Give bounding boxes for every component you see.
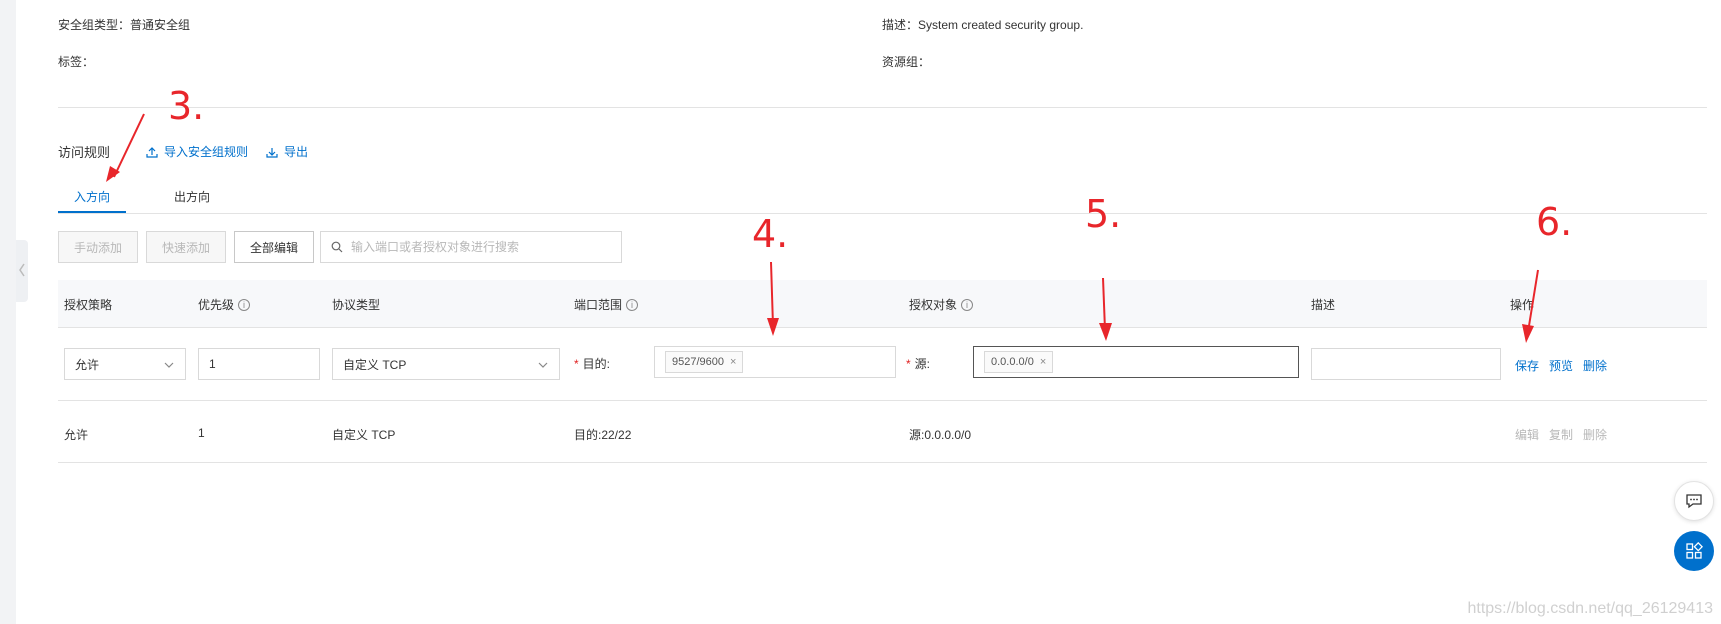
priority-input-value: 1 bbox=[209, 357, 216, 371]
security-group-resource-group: 资源组： bbox=[882, 55, 931, 69]
port-range-tag: 9527/9600 × bbox=[665, 351, 744, 373]
section-divider bbox=[58, 107, 1707, 108]
close-icon[interactable]: × bbox=[1040, 356, 1046, 368]
source-cidr-tag-text: 0.0.0.0/0 bbox=[991, 356, 1034, 368]
rule-search-input[interactable] bbox=[351, 240, 601, 254]
row-priority: 1 bbox=[198, 426, 205, 440]
row-divider bbox=[58, 462, 1707, 463]
feedback-button[interactable] bbox=[1674, 481, 1714, 521]
destination-port-input[interactable]: 9527/9600 × bbox=[654, 346, 896, 378]
protocol-select[interactable]: 自定义 TCP bbox=[332, 348, 560, 380]
rule-search-box[interactable] bbox=[320, 231, 622, 263]
row-divider bbox=[58, 400, 1707, 401]
access-rules-title: 访问规则 bbox=[58, 145, 111, 160]
sidebar-collapse-handle[interactable] bbox=[16, 240, 28, 302]
export-link[interactable]: 导出 bbox=[266, 143, 308, 160]
quick-add-label: 快速添加 bbox=[161, 240, 210, 255]
left-sidebar-strip bbox=[0, 0, 16, 624]
delete-link[interactable]: 删除 bbox=[1583, 357, 1607, 374]
tab-inbound[interactable]: 入方向 bbox=[58, 180, 126, 214]
edit-link[interactable]: 编辑 bbox=[1515, 426, 1539, 443]
security-group-tags: 标签： bbox=[58, 55, 95, 69]
source-cidr-input[interactable]: 0.0.0.0/0 × bbox=[973, 346, 1299, 378]
header-port-range: 端口范围 i bbox=[574, 296, 639, 313]
chevron-down-icon bbox=[538, 362, 548, 368]
export-label: 导出 bbox=[284, 145, 309, 159]
policy-select-value: 允许 bbox=[75, 357, 100, 372]
import-rules-label: 导入安全组规则 bbox=[164, 145, 249, 159]
header-protocol: 协议类型 bbox=[332, 298, 381, 312]
tab-outbound-label: 出方向 bbox=[173, 190, 210, 204]
edit-all-label: 全部编辑 bbox=[249, 240, 298, 255]
required-marker: * bbox=[906, 357, 911, 371]
apps-grid-icon bbox=[1686, 542, 1703, 559]
upload-icon bbox=[146, 146, 158, 158]
row-actions: 编辑 复制 删除 bbox=[1515, 426, 1607, 443]
row-protocol: 自定义 TCP bbox=[332, 428, 396, 442]
chevron-left-icon bbox=[19, 263, 25, 277]
quick-add-button[interactable]: 快速添加 bbox=[146, 231, 226, 263]
watermark: https://blog.csdn.net/qq_26129413 bbox=[1467, 600, 1713, 617]
header-priority: 优先级 i bbox=[198, 296, 251, 313]
header-auth-object: 授权对象 i bbox=[909, 296, 974, 313]
copy-link[interactable]: 复制 bbox=[1549, 426, 1573, 443]
port-range-tag-text: 9527/9600 bbox=[672, 356, 724, 368]
save-link[interactable]: 保存 bbox=[1515, 357, 1539, 374]
security-group-type: 安全组类型：普通安全组 bbox=[58, 18, 191, 32]
tab-outbound[interactable]: 出方向 bbox=[158, 180, 226, 214]
info-icon[interactable]: i bbox=[961, 298, 974, 311]
header-description: 描述 bbox=[1311, 298, 1336, 312]
source-cidr-tag: 0.0.0.0/0 × bbox=[984, 351, 1054, 373]
manual-add-label: 手动添加 bbox=[73, 240, 122, 255]
row-port-range: 目的:22/22 bbox=[574, 428, 632, 442]
annotation-6: 6. bbox=[1536, 200, 1573, 244]
annotation-5: 5. bbox=[1085, 192, 1122, 236]
chat-icon bbox=[1686, 494, 1702, 509]
tab-inbound-label: 入方向 bbox=[73, 190, 110, 204]
download-icon bbox=[266, 147, 278, 158]
info-icon[interactable]: i bbox=[626, 298, 639, 311]
apps-button[interactable] bbox=[1674, 531, 1714, 571]
header-policy: 授权策略 bbox=[64, 298, 113, 312]
chevron-down-icon bbox=[164, 362, 174, 368]
destination-label: * 目的: bbox=[574, 357, 611, 371]
preview-link[interactable]: 预览 bbox=[1549, 357, 1573, 374]
arrow-3 bbox=[113, 113, 145, 178]
protocol-select-value: 自定义 TCP bbox=[343, 357, 407, 372]
source-label: * 源: bbox=[906, 357, 931, 371]
rules-table-header: 授权策略 优先级 i 协议类型 端口范围 i 授权对象 i 描述 操作 bbox=[58, 280, 1707, 328]
policy-select[interactable]: 允许 bbox=[64, 348, 186, 380]
info-icon[interactable]: i bbox=[238, 298, 251, 311]
manual-add-button[interactable]: 手动添加 bbox=[58, 231, 138, 263]
header-actions: 操作 bbox=[1510, 298, 1535, 312]
delete-link[interactable]: 删除 bbox=[1583, 426, 1607, 443]
required-marker: * bbox=[574, 357, 579, 371]
description-input[interactable] bbox=[1311, 348, 1501, 380]
priority-input[interactable]: 1 bbox=[198, 348, 320, 380]
edit-row-actions: 保存 预览 删除 bbox=[1515, 357, 1607, 374]
close-icon[interactable]: × bbox=[730, 356, 736, 368]
annotation-4: 4. bbox=[752, 212, 789, 256]
search-icon bbox=[331, 241, 343, 253]
edit-all-button[interactable]: 全部编辑 bbox=[234, 231, 314, 263]
tabs-divider bbox=[58, 213, 1707, 214]
annotation-3: 3. bbox=[168, 84, 205, 128]
row-policy: 允许 bbox=[64, 428, 89, 442]
import-rules-link[interactable]: 导入安全组规则 bbox=[146, 143, 248, 160]
security-group-description: 描述：System created security group. bbox=[882, 18, 1084, 32]
row-auth-object: 源:0.0.0.0/0 bbox=[909, 428, 972, 442]
